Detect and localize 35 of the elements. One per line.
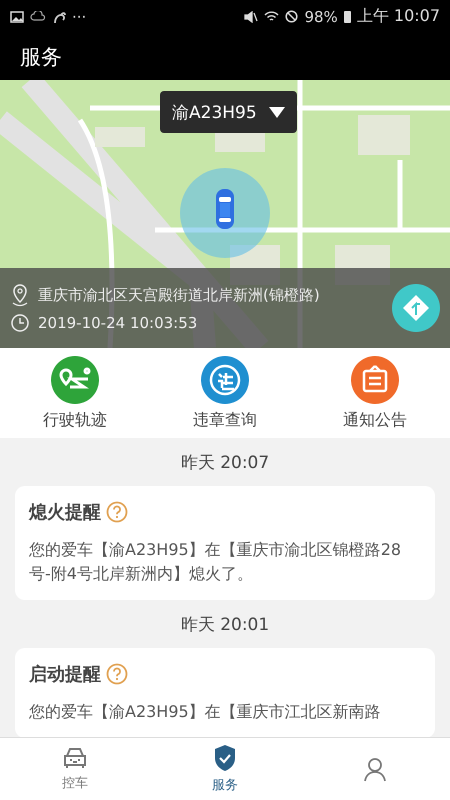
caret-icon	[268, 106, 285, 118]
clock: 上午 10:07	[356, 6, 440, 27]
help-icon[interactable]	[106, 663, 128, 685]
message-title: 熄火提醒	[29, 501, 101, 524]
more-notifications: ···	[72, 8, 86, 26]
help-icon[interactable]	[106, 501, 128, 523]
clock-icon	[10, 313, 30, 333]
location-pin-icon	[10, 283, 30, 307]
shield-check-icon	[213, 744, 237, 772]
navigate-button[interactable]	[392, 284, 440, 332]
car-marker-icon	[215, 188, 235, 230]
page-title: 服务	[20, 44, 62, 70]
mute-icon	[244, 10, 258, 22]
battery-percent: 98%	[304, 8, 338, 26]
gallery-icon	[10, 10, 24, 22]
navigation-sign-icon	[401, 293, 431, 323]
person-icon	[363, 756, 387, 782]
shortcut-button[interactable]: 违章查询	[150, 348, 300, 438]
shortcut-button[interactable]: 通知公告	[300, 348, 450, 438]
blocked-icon	[285, 10, 298, 23]
cloud-icon	[30, 10, 46, 22]
shortcut-button[interactable]: 行驶轨迹	[0, 348, 150, 438]
nav-tab[interactable]: 服务	[150, 738, 300, 800]
battery-icon	[344, 10, 351, 23]
message-time: 昨天 20:01	[180, 614, 270, 637]
address-text: 重庆市渝北区天宫殿街道北岸新洲(锦橙路)	[38, 286, 320, 304]
location-time: 2019-10-24 10:03:53	[38, 314, 198, 332]
wifi-icon	[264, 10, 280, 22]
message-body: 您的爱车【渝A23H95】在【重庆市江北区新南路	[29, 701, 382, 723]
nav-tab[interactable]: 控车	[0, 738, 150, 800]
message-body: 您的爱车【渝A23H95】在【重庆市渝北区锦橙路28号-附4号北岸新洲内】熄火了。	[29, 539, 402, 585]
plate-selector[interactable]: 渝A23H95	[160, 91, 297, 133]
car-icon	[62, 746, 88, 770]
message-title: 启动提醒	[29, 663, 101, 686]
message-time: 昨天 20:07	[180, 452, 270, 475]
